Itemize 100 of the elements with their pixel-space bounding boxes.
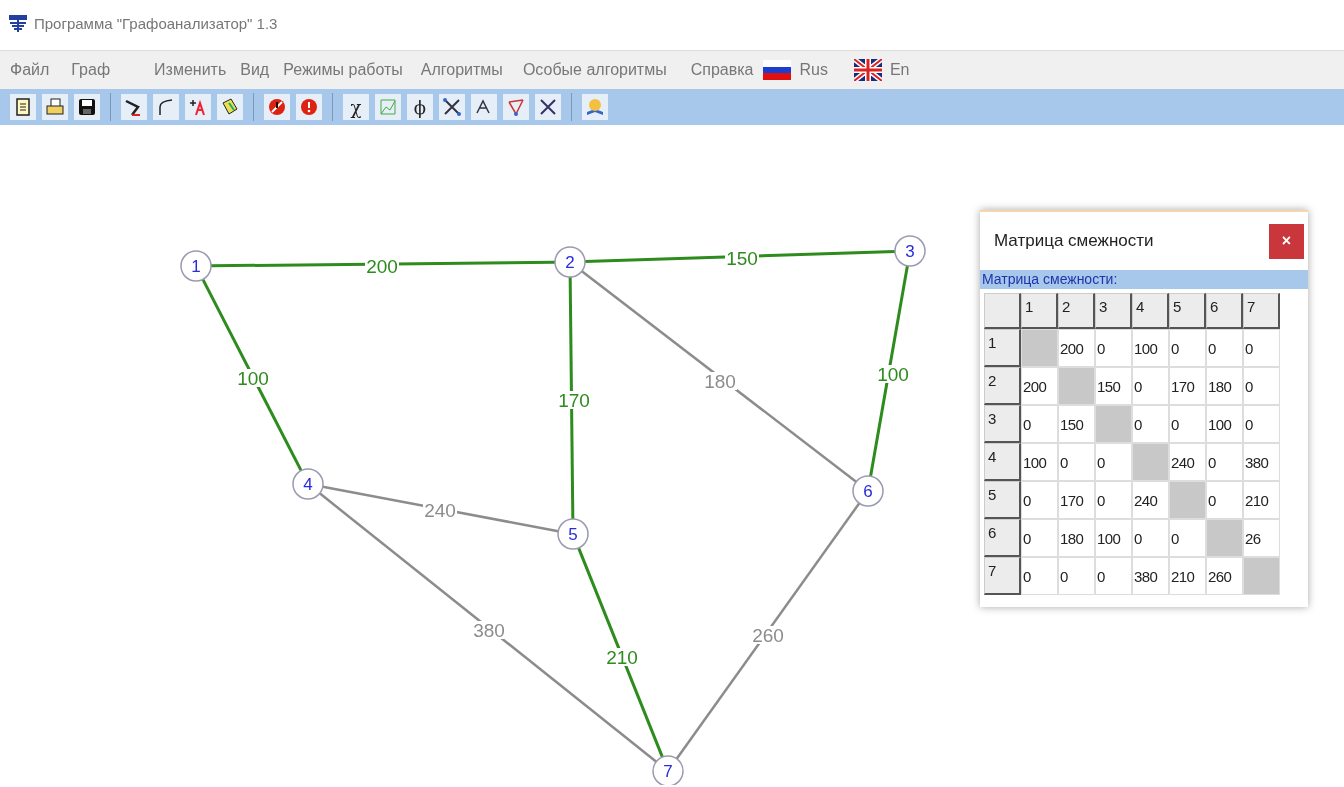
menu-item[interactable]: Граф [71,61,111,79]
cross-nodes-icon [538,97,558,117]
matrix-cell: 0 [1021,481,1058,519]
matrix-cell: 210 [1169,557,1206,595]
matrix-cell: 170 [1058,481,1095,519]
edge-weight: 380 [472,620,506,641]
graph-node: 4 [292,468,324,500]
matrix-cell: 170 [1169,367,1206,405]
row-header: 3 [984,405,1021,443]
menu-item[interactable]: Режимы работы [283,61,403,79]
close-button[interactable]: × [1269,223,1304,259]
menu-item[interactable]: Алгоритмы [420,61,503,79]
dialog-title: Матрица смежности [994,231,1154,251]
graph-path-icon [506,97,526,117]
matrix-caption: Матрица смежности: [980,270,1308,289]
toolbar-button[interactable] [74,94,100,120]
toolbar-button[interactable] [535,94,561,120]
toolbar-button[interactable] [153,94,179,120]
matrix-cell: 0 [1243,329,1280,367]
matrix-cell: 380 [1132,557,1169,595]
column-header: 7 [1243,293,1280,329]
matrix-cell: 0 [1021,405,1058,443]
matrix-cell: 0 [1169,405,1206,443]
matrix-cell: 0 [1058,557,1095,595]
column-header: 5 [1169,293,1206,329]
matrix-cell: 200 [1058,329,1095,367]
matrix-cell: 0 [1132,367,1169,405]
menu-item[interactable]: Файл [10,61,50,79]
matrix-cell: 200 [1021,367,1058,405]
menu-item[interactable]: Изменить [154,61,227,79]
column-header: 6 [1206,293,1243,329]
matrix-cell: 0 [1095,481,1132,519]
edge-weight: 170 [557,390,591,411]
matrix-cell: 0 [1243,405,1280,443]
diagonal-cell [1206,519,1243,557]
column-header: 3 [1095,293,1132,329]
toolbar-button[interactable] [121,94,147,120]
printer-icon [45,97,65,117]
matrix-cell: 0 [1169,519,1206,557]
matrix-cell: 260 [1206,557,1243,595]
row-header: 4 [984,443,1021,481]
matrix-cell: 240 [1132,481,1169,519]
menu-item[interactable]: Особые алгоритмы [522,61,667,79]
matrix-cell: 0 [1095,557,1132,595]
edge-weight: 100 [876,364,910,385]
matrix-cell: 0 [1132,519,1169,557]
toolbar-button[interactable] [185,94,211,120]
graph-node: 3 [894,235,926,267]
matrix-cell: 100 [1021,443,1058,481]
matrix-cell: 0 [1206,481,1243,519]
language-option[interactable]: Rus [799,61,828,79]
toolbar-button[interactable] [471,94,497,120]
menu-item[interactable]: Вид [240,61,270,79]
matrix-cell: 240 [1169,443,1206,481]
column-header: 1 [1021,293,1058,329]
matrix-cell: 0 [1206,443,1243,481]
matrix-cell: 0 [1021,557,1058,595]
toolbar-button[interactable]: χ [343,94,369,120]
menu-item[interactable]: Справка [690,61,754,79]
graph-node: 2 [554,246,586,278]
save-icon [77,97,97,117]
diagonal-cell [1095,405,1132,443]
toolbar-button[interactable] [10,94,36,120]
row-header: 6 [984,519,1021,557]
stop-icon [267,97,287,117]
column-header: 4 [1132,293,1169,329]
matrix-cell: 0 [1132,405,1169,443]
chart-icon [378,97,398,117]
language-option[interactable]: En [889,61,910,79]
matrix-cell: 150 [1058,405,1095,443]
diagonal-cell [1243,557,1280,595]
matrix-cell: 180 [1058,519,1095,557]
russian-flag-icon [763,60,792,80]
edge-weight: 210 [605,647,639,668]
app-icon [8,13,28,33]
matrix-cell: 210 [1243,481,1280,519]
matrix-cell: 0 [1095,443,1132,481]
matrix-cell: 0 [1058,443,1095,481]
toolbar-button[interactable] [217,94,243,120]
matrix-cell: 0 [1206,329,1243,367]
row-header: 5 [984,481,1021,519]
graph-node: 1 [180,250,212,282]
matrix-cell: 100 [1206,405,1243,443]
corner-cell [984,293,1021,329]
matrix-cell: 100 [1095,519,1132,557]
toolbar-button[interactable] [439,94,465,120]
matrix-cell: 26 [1243,519,1280,557]
diagonal-cell [1169,481,1206,519]
diagonal-cell [1132,443,1169,481]
toolbar-button[interactable]: ϕ [407,94,433,120]
window-title: Программа "Графоанализатор" 1.3 [34,14,278,32]
column-header: 2 [1058,293,1095,329]
uk-flag-icon [853,59,882,81]
diagonal-cell [1021,329,1058,367]
matrix-cell: 0 [1243,367,1280,405]
graph-nodes-icon [442,97,462,117]
matrix-cell: 0 [1021,519,1058,557]
graph-node: 6 [852,475,884,507]
matrix-cell: 0 [1095,329,1132,367]
matrix-cell: 180 [1206,367,1243,405]
